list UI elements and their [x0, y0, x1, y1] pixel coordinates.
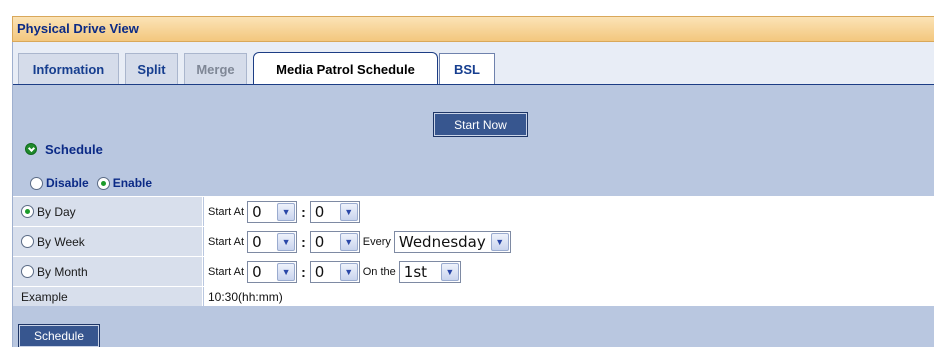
by-day-hour-select[interactable]: 0 ▼ [247, 200, 298, 223]
tab-information[interactable]: Information [18, 53, 119, 85]
weekday-value: Wednesday [398, 232, 486, 251]
by-month-label: By Month [37, 264, 88, 279]
by-day-radio[interactable] [21, 205, 34, 218]
time-separator: : [301, 203, 306, 220]
by-month-minute-select[interactable]: 0 ▼ [309, 260, 360, 283]
chevron-down-icon: ▼ [277, 202, 296, 221]
tab-strip: Information Split Merge Media Patrol Sch… [12, 42, 934, 86]
by-month-row: By Month Start At 0 ▼ : 0 ▼ On the 1st ▼ [13, 256, 934, 286]
by-week-hour-select[interactable]: 0 ▼ [247, 230, 298, 253]
by-month-minute-value: 0 [314, 262, 325, 281]
by-week-row: By Week Start At 0 ▼ : 0 ▼ Every Wednesd… [13, 226, 934, 256]
chevron-down-icon: ▼ [339, 232, 358, 251]
by-week-radio[interactable] [21, 235, 34, 248]
by-day-hour-value: 0 [252, 202, 262, 221]
month-day-select[interactable]: 1st ▼ [398, 260, 461, 283]
by-week-minute-value: 0 [314, 232, 325, 251]
tab-split[interactable]: Split [125, 53, 178, 85]
month-day-value: 1st [403, 262, 428, 281]
chevron-down-icon: ▼ [339, 262, 358, 281]
time-separator: : [301, 263, 306, 280]
by-week-hour-value: 0 [252, 232, 262, 251]
chevron-down-icon: ▼ [440, 262, 459, 281]
schedule-panel: Start Now Schedule Disable Enable By Day… [12, 85, 934, 347]
by-day-settings: Start At 0 ▼ : 0 ▼ [204, 197, 934, 226]
on-the-label: On the [362, 265, 396, 278]
panel-title: Physical Drive View [12, 16, 934, 42]
by-day-cell: By Day [13, 197, 203, 226]
by-week-minute-select[interactable]: 0 ▼ [309, 230, 360, 253]
disable-radio[interactable] [30, 176, 43, 190]
weekday-select[interactable]: Wednesday ▼ [393, 230, 511, 253]
enable-radio[interactable] [96, 176, 110, 190]
schedule-heading-label: Schedule [45, 141, 103, 157]
start-at-label: Start At [208, 205, 245, 218]
example-row: Example 10:30(hh:mm) [13, 286, 934, 306]
by-month-hour-value: 0 [252, 262, 262, 281]
enable-label: Enable [112, 176, 153, 190]
by-day-row: By Day Start At 0 ▼ : 0 ▼ [13, 196, 934, 226]
every-label: Every [362, 235, 391, 248]
enable-toggle-row: Disable Enable [30, 175, 160, 191]
by-week-cell: By Week [13, 227, 203, 256]
by-month-radio[interactable] [21, 265, 34, 278]
schedule-grid: By Day Start At 0 ▼ : 0 ▼ By Week Start … [13, 196, 934, 306]
by-day-label: By Day [37, 204, 76, 219]
schedule-button[interactable]: Schedule [18, 324, 100, 347]
chevron-down-icon: ▼ [277, 232, 296, 251]
tab-bsl[interactable]: BSL [439, 53, 495, 85]
start-at-label: Start At [208, 235, 245, 248]
chevron-down-icon: ▼ [277, 262, 296, 281]
time-separator: : [301, 233, 306, 250]
example-label: Example [13, 287, 203, 306]
example-value: 10:30(hh:mm) [204, 287, 934, 306]
by-week-settings: Start At 0 ▼ : 0 ▼ Every Wednesday ▼ [204, 227, 934, 256]
green-check-circle-icon [25, 143, 37, 155]
by-day-minute-select[interactable]: 0 ▼ [309, 200, 360, 223]
by-month-settings: Start At 0 ▼ : 0 ▼ On the 1st ▼ [204, 257, 934, 286]
start-now-button[interactable]: Start Now [433, 112, 528, 137]
tab-media-patrol-schedule[interactable]: Media Patrol Schedule [253, 52, 438, 85]
by-week-label: By Week [37, 234, 85, 249]
by-day-minute-value: 0 [314, 202, 325, 221]
by-month-cell: By Month [13, 257, 203, 286]
by-month-hour-select[interactable]: 0 ▼ [247, 260, 298, 283]
chevron-down-icon: ▼ [339, 202, 358, 221]
schedule-heading: Schedule [25, 141, 103, 157]
disable-label: Disable [46, 176, 89, 190]
chevron-down-icon: ▼ [490, 232, 509, 251]
start-at-label: Start At [208, 265, 245, 278]
tab-merge[interactable]: Merge [184, 53, 247, 85]
